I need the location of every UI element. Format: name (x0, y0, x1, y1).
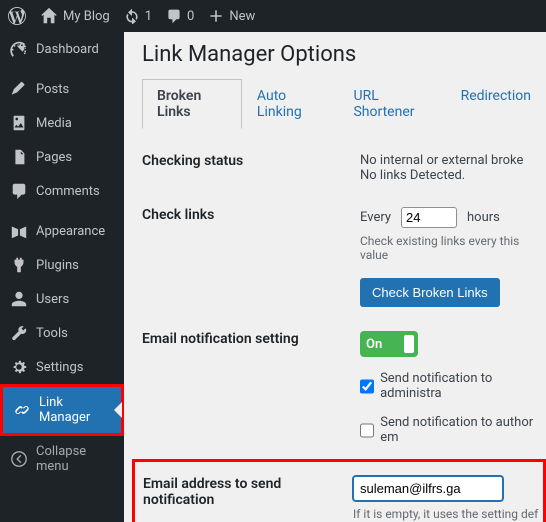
updates-link[interactable]: 1 (124, 8, 152, 24)
sidebar-item-label: Dashboard (36, 42, 99, 57)
check-links-prefix: Every (360, 210, 391, 225)
wordpress-logo[interactable] (8, 7, 26, 25)
tab-auto-linking[interactable]: Auto Linking (242, 79, 339, 129)
checking-status-text1: No internal or external broke (360, 153, 546, 168)
main-content: Link Manager Options Broken Links Auto L… (124, 32, 546, 522)
sidebar-item-label: Users (36, 292, 69, 307)
tools-icon (10, 324, 28, 342)
sidebar-item-users[interactable]: Users (0, 282, 124, 316)
highlight-email-address: Email address to send notification If it… (132, 459, 546, 522)
notify-admin-label: Send notification to administra (380, 371, 546, 401)
sidebar-item-label: Link Manager (39, 395, 111, 425)
sidebar-item-label: Settings (36, 360, 83, 375)
notify-admin-checkbox[interactable] (360, 379, 374, 394)
sidebar-item-label: Posts (36, 82, 69, 97)
site-name-link[interactable]: My Blog (40, 7, 110, 25)
sidebar-item-label: Pages (36, 150, 72, 165)
admin-toolbar: My Blog 1 0 New (0, 0, 546, 32)
wordpress-icon (8, 7, 26, 25)
sidebar-item-media[interactable]: Media (0, 106, 124, 140)
refresh-icon (124, 8, 140, 24)
sidebar-item-label: Plugins (36, 258, 79, 273)
settings-icon (10, 358, 28, 376)
updates-count: 1 (145, 9, 152, 24)
sidebar-item-label: Appearance (36, 224, 105, 239)
collapse-menu-button[interactable]: Collapse menu (0, 436, 124, 482)
sidebar-item-label: Tools (36, 326, 68, 341)
row-check-links: Check links Every hours Check existing l… (142, 197, 546, 321)
toggle-label: On (366, 337, 382, 352)
email-address-desc: If it is empty, it uses the setting def (353, 507, 543, 521)
plugin-icon (10, 256, 28, 274)
notification-email-input[interactable] (353, 476, 503, 501)
tab-broken-links[interactable]: Broken Links (142, 79, 242, 129)
highlight-link-manager: Link Manager (0, 384, 124, 436)
page-icon (10, 148, 28, 166)
comment-icon (166, 8, 182, 24)
comments-link[interactable]: 0 (166, 8, 194, 24)
email-address-label: Email address to send notification (143, 476, 353, 508)
sidebar-item-comments[interactable]: Comments (0, 174, 124, 208)
sidebar-item-plugins[interactable]: Plugins (0, 248, 124, 282)
sidebar-item-label: Comments (36, 184, 100, 199)
sidebar-item-label: Media (36, 116, 72, 131)
email-notification-toggle[interactable]: On (360, 331, 418, 357)
admin-sidebar: Dashboard Posts Media Pages Comments App… (0, 32, 124, 522)
row-email-setting: Email notification setting On Send notif… (142, 321, 546, 459)
pin-icon (10, 80, 28, 98)
link-icon (13, 401, 31, 419)
sidebar-item-tools[interactable]: Tools (0, 316, 124, 350)
plus-icon (208, 8, 224, 24)
checking-status-text2: No links Detected. (360, 168, 546, 183)
new-label: New (229, 9, 255, 24)
media-icon (10, 114, 28, 132)
new-content-link[interactable]: New (208, 8, 255, 24)
dashboard-icon (10, 40, 28, 58)
check-broken-links-button[interactable]: Check Broken Links (360, 278, 500, 307)
site-name: My Blog (63, 9, 110, 24)
check-links-hours-input[interactable] (401, 207, 457, 228)
checking-status-label: Checking status (142, 153, 360, 169)
settings-tabs: Broken Links Auto Linking URL Shortener … (142, 79, 546, 129)
check-links-label: Check links (142, 207, 360, 223)
tab-redirection[interactable]: Redirection (446, 79, 546, 129)
sidebar-item-pages[interactable]: Pages (0, 140, 124, 174)
sidebar-item-appearance[interactable]: Appearance (0, 214, 124, 248)
sidebar-item-dashboard[interactable]: Dashboard (0, 32, 124, 66)
sidebar-item-settings[interactable]: Settings (0, 350, 124, 384)
comments-count: 0 (187, 9, 194, 24)
comments-icon (10, 182, 28, 200)
collapse-icon (10, 450, 28, 468)
row-checking-status: Checking status No internal or external … (142, 143, 546, 197)
home-icon (40, 7, 58, 25)
collapse-label: Collapse menu (36, 444, 114, 474)
notify-author-checkbox[interactable] (360, 423, 374, 438)
tab-url-shortener[interactable]: URL Shortener (338, 79, 445, 129)
check-links-desc: Check existing links every this value (360, 234, 546, 262)
appearance-icon (10, 222, 28, 240)
sidebar-item-link-manager[interactable]: Link Manager (3, 387, 121, 433)
check-links-suffix: hours (467, 210, 500, 225)
notify-author-label: Send notification to author em (380, 415, 546, 445)
users-icon (10, 290, 28, 308)
sidebar-item-posts[interactable]: Posts (0, 72, 124, 106)
page-title: Link Manager Options (142, 42, 546, 67)
email-setting-label: Email notification setting (142, 331, 360, 347)
